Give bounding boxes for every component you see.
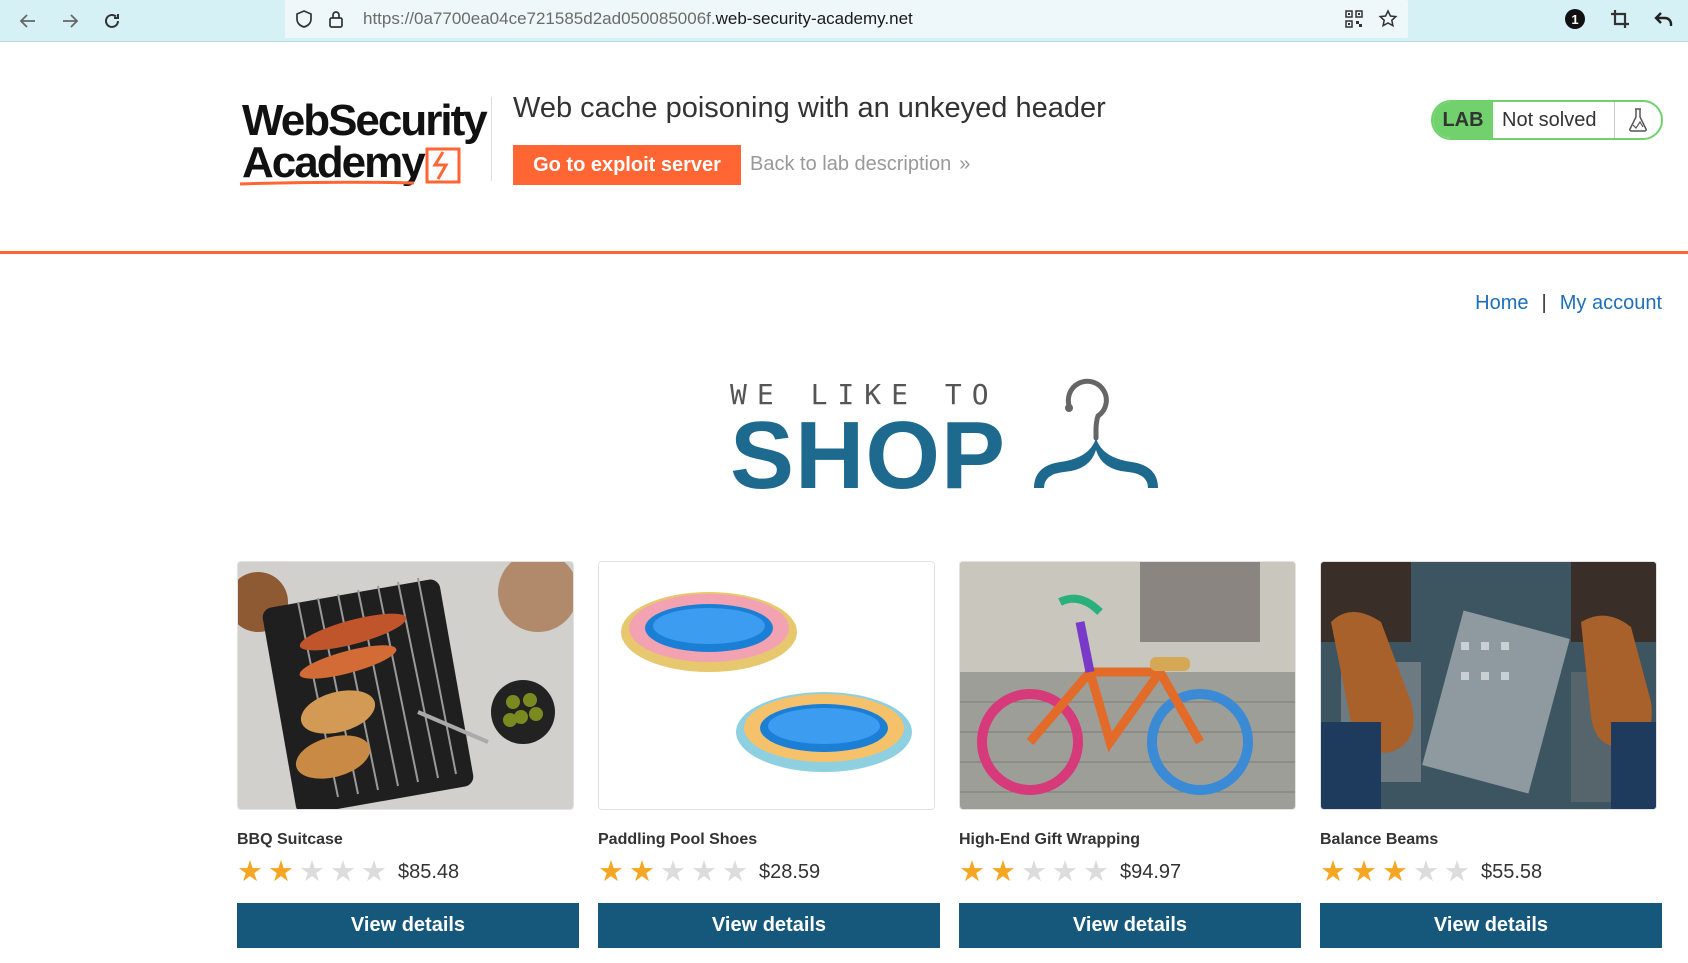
flask-icon <box>1615 102 1661 138</box>
view-details-button[interactable]: View details <box>959 903 1301 948</box>
product-name[interactable]: Paddling Pool Shoes <box>598 831 940 849</box>
url-prefix: https://0a7700ea04ce721585d2ad050085006f… <box>363 9 716 28</box>
star-filled-icon: ★ <box>237 855 263 888</box>
back-arrow-icon[interactable] <box>13 6 43 36</box>
product-card: High-End Gift Wrapping ★ ★ ★ ★ ★ $94.97 View… <box>959 561 1301 948</box>
crop-icon[interactable] <box>1609 8 1631 30</box>
product-image-gift-wrapping[interactable] <box>959 561 1296 810</box>
star-empty-icon: ★ <box>691 855 717 888</box>
hanger-icon <box>1020 378 1170 496</box>
extension-badge-icon[interactable]: 1 <box>1564 8 1586 30</box>
star-empty-icon: ★ <box>1444 855 1470 888</box>
nav-separator: | <box>1541 292 1547 314</box>
view-details-button[interactable]: View details <box>598 903 940 948</box>
product-rating: ★ ★ ★ ★ ★ $28.59 <box>598 857 940 887</box>
star-filled-icon: ★ <box>1320 855 1346 888</box>
star-filled-icon: ★ <box>959 855 985 888</box>
star-rating: ★ ★ ★ ★ ★ <box>237 855 392 888</box>
address-bar[interactable]: https://0a7700ea04ce721585d2ad050085006f… <box>285 0 1408 38</box>
product-card: Paddling Pool Shoes ★ ★ ★ ★ ★ $28.59 View de… <box>598 561 940 948</box>
star-filled-icon: ★ <box>598 855 624 888</box>
my-account-link[interactable]: My account <box>1560 292 1662 314</box>
product-rating: ★ ★ ★ ★ ★ $94.97 <box>959 857 1301 887</box>
star-bookmark-icon[interactable] <box>1378 9 1398 29</box>
product-price: $55.58 <box>1481 860 1543 883</box>
lab-status-text: Not solved <box>1493 102 1615 138</box>
view-details-button[interactable]: View details <box>1320 903 1662 948</box>
browser-toolbar: https://0a7700ea04ce721585d2ad050085006f… <box>0 0 1688 42</box>
product-image-balance-beams[interactable] <box>1320 561 1657 810</box>
back-link-label: Back to lab description <box>750 153 952 175</box>
shop-banner: WE LIKE TO SHOP <box>730 378 1170 509</box>
product-image-bbq[interactable] <box>237 561 574 810</box>
undo-icon[interactable] <box>1653 8 1675 30</box>
url-host: web-security-academy.net <box>715 9 913 28</box>
view-details-button[interactable]: View details <box>237 903 579 948</box>
lab-title: Web cache poisoning with an unkeyed head… <box>513 92 1106 124</box>
star-empty-icon: ★ <box>1083 855 1109 888</box>
top-nav: Home | My account <box>1475 292 1662 315</box>
home-link[interactable]: Home <box>1475 292 1528 314</box>
product-rating: ★ ★ ★ ★ ★ $55.58 <box>1320 857 1662 887</box>
star-empty-icon: ★ <box>299 855 325 888</box>
shield-icon[interactable] <box>294 9 314 29</box>
product-price: $85.48 <box>398 860 460 883</box>
lab-status-widget: LAB Not solved <box>1431 100 1663 140</box>
product-name[interactable]: High-End Gift Wrapping <box>959 831 1301 849</box>
star-empty-icon: ★ <box>1021 855 1047 888</box>
star-rating: ★ ★ ★ ★ ★ <box>598 855 753 888</box>
product-image-paddling-pool[interactable] <box>598 561 935 810</box>
star-filled-icon: ★ <box>1382 855 1408 888</box>
star-filled-icon: ★ <box>990 855 1016 888</box>
reload-icon[interactable] <box>97 6 127 36</box>
back-to-description-link[interactable]: Back to lab description » <box>750 153 970 176</box>
product-rating: ★ ★ ★ ★ ★ $85.48 <box>237 857 579 887</box>
lab-header: WebSecurity Academy Web cache poisoning … <box>0 42 1688 254</box>
star-empty-icon: ★ <box>1052 855 1078 888</box>
product-price: $28.59 <box>759 860 821 883</box>
web-security-academy-logo[interactable]: WebSecurity Academy <box>238 96 490 197</box>
exploit-server-button[interactable]: Go to exploit server <box>513 145 741 185</box>
forward-arrow-icon[interactable] <box>55 6 85 36</box>
star-filled-icon: ★ <box>629 855 655 888</box>
product-name[interactable]: BBQ Suitcase <box>237 831 579 849</box>
product-price: $94.97 <box>1120 860 1182 883</box>
extension-badge-count: 1 <box>1571 12 1578 27</box>
star-empty-icon: ★ <box>660 855 686 888</box>
product-card: BBQ Suitcase ★ ★ ★ ★ ★ $85.48 View details <box>237 561 579 948</box>
star-empty-icon: ★ <box>1413 855 1439 888</box>
url-text[interactable]: https://0a7700ea04ce721585d2ad050085006f… <box>363 9 913 29</box>
logo-line2: Academy <box>242 138 426 187</box>
star-empty-icon: ★ <box>361 855 387 888</box>
star-rating: ★ ★ ★ ★ ★ <box>1320 855 1475 888</box>
star-filled-icon: ★ <box>268 855 294 888</box>
star-empty-icon: ★ <box>330 855 356 888</box>
banner-title: SHOP <box>730 402 1007 509</box>
product-name[interactable]: Balance Beams <box>1320 831 1662 849</box>
product-card: Balance Beams ★ ★ ★ ★ ★ $55.58 View details <box>1320 561 1662 948</box>
logo-divider <box>491 97 492 181</box>
star-filled-icon: ★ <box>1351 855 1377 888</box>
star-rating: ★ ★ ★ ★ ★ <box>959 855 1114 888</box>
qr-code-icon[interactable] <box>1344 9 1364 29</box>
lab-badge: LAB <box>1433 102 1493 138</box>
double-chevron-icon: » <box>959 153 970 175</box>
star-empty-icon: ★ <box>722 855 748 888</box>
lock-icon[interactable] <box>326 9 346 29</box>
